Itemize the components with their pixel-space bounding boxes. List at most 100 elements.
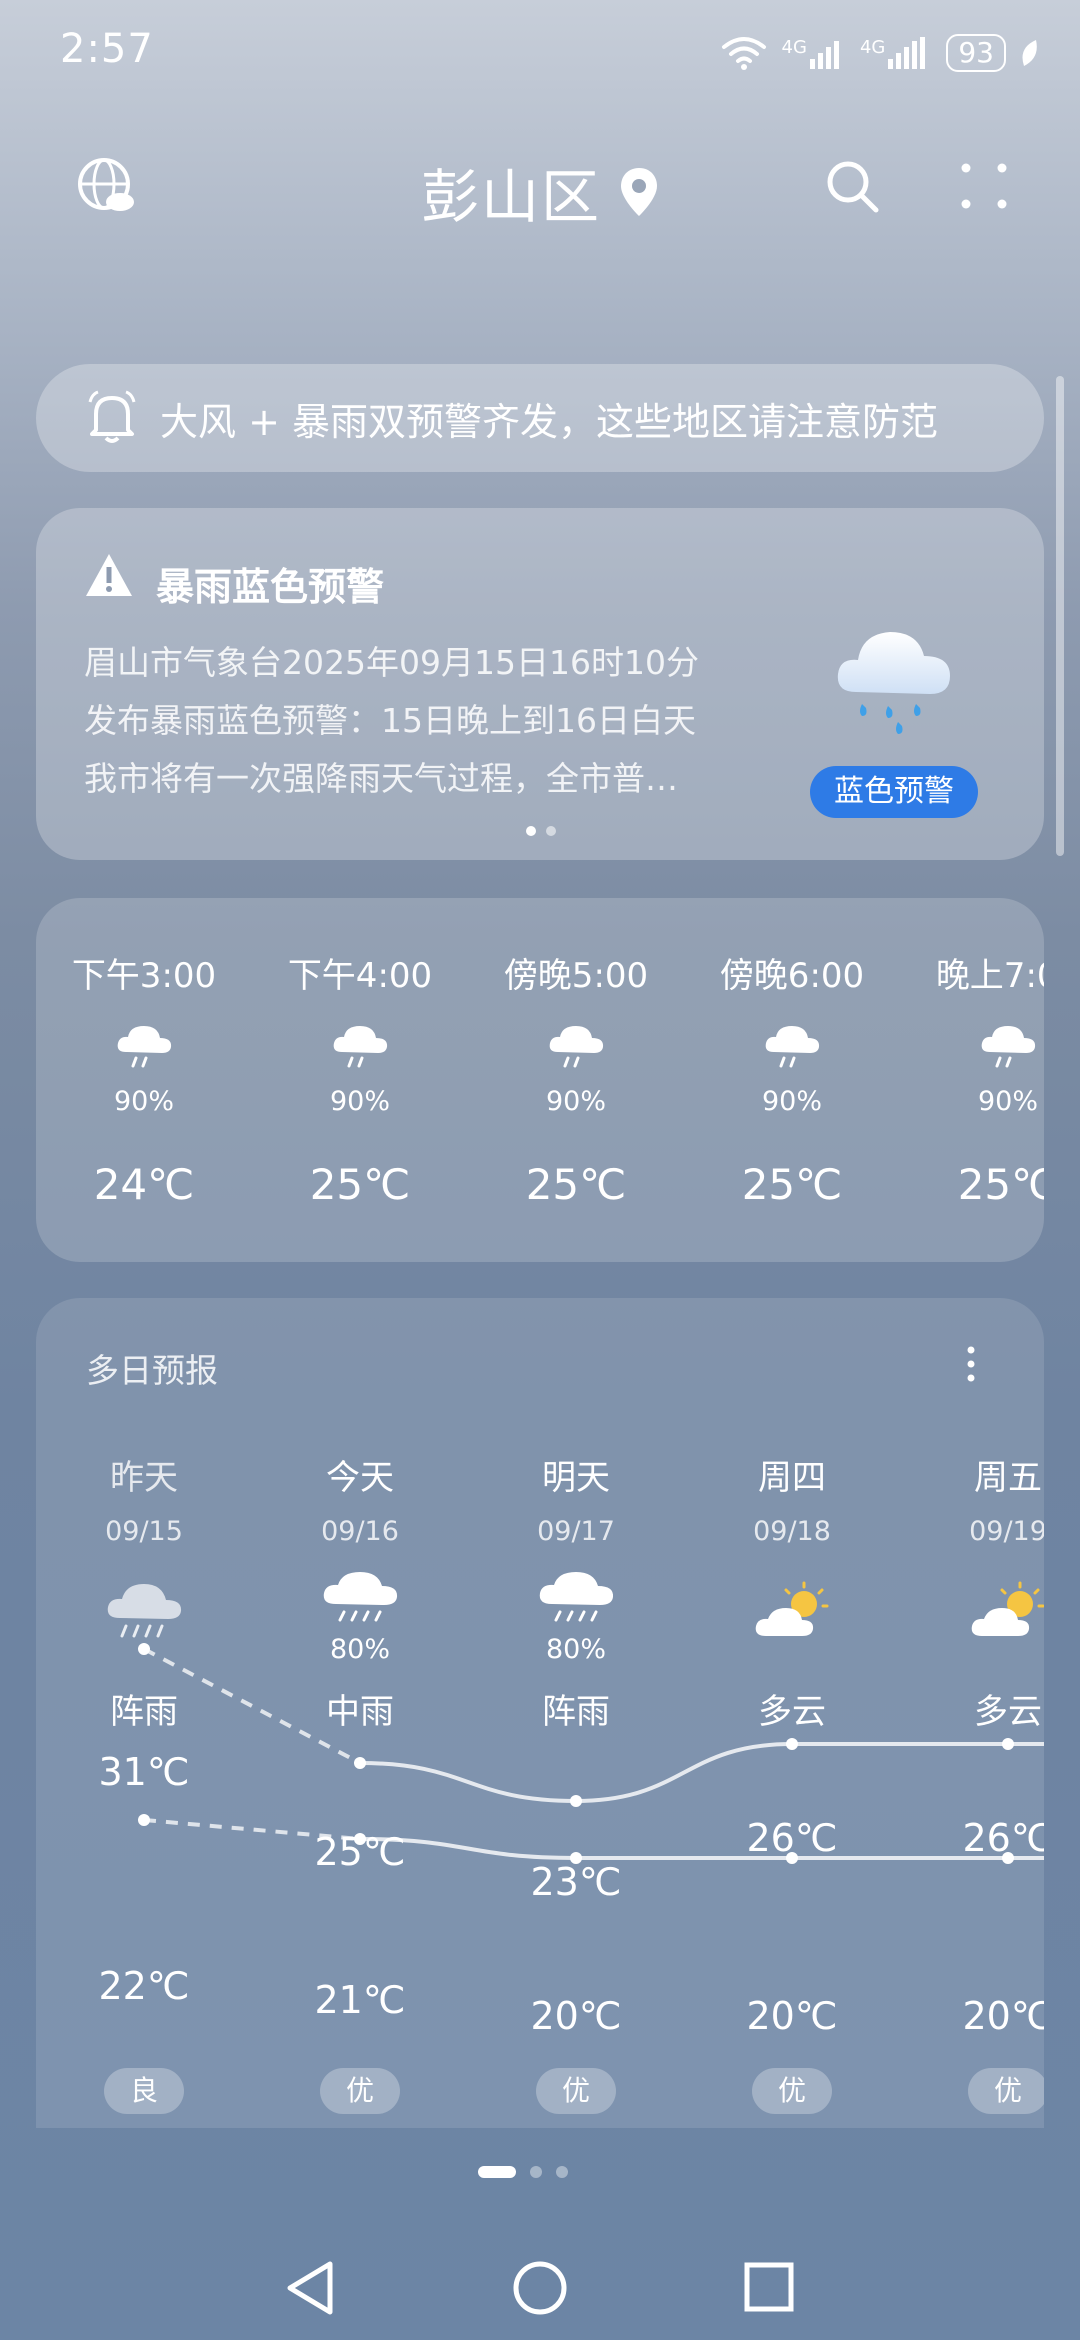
high-temp-label: 25℃: [314, 1830, 406, 1874]
hour-precip: 90%: [977, 1086, 1038, 1117]
rain-cloud-icon: [981, 1026, 1036, 1068]
location-name[interactable]: 彭山区: [421, 150, 601, 234]
page-dot[interactable]: [530, 2166, 542, 2178]
search-icon: [827, 161, 879, 213]
back-triangle-icon[interactable]: [284, 2260, 336, 2316]
recents-square-icon[interactable]: [744, 2262, 794, 2312]
weather-alert-card[interactable]: 暴雨蓝色预警 眉山市气象台2025年09月15日16时10分 发布暴雨蓝色预警：…: [36, 508, 1044, 860]
news-banner-text: 大风 + 暴雨双预警齐发，这些地区请注意防范: [160, 399, 939, 444]
hour-temp: 25℃: [525, 1160, 627, 1209]
search-button[interactable]: [824, 158, 880, 214]
alert-title: 暴雨蓝色预警: [156, 565, 385, 609]
high-temp-point: [786, 1738, 798, 1750]
status-time: 2:57: [60, 26, 154, 72]
alert-line: 眉山市气象台2025年09月15日16时10分: [84, 643, 699, 682]
vertical-dots-icon: [967, 1346, 975, 1382]
hour-time: 下午4:00: [287, 956, 433, 996]
more-button[interactable]: [958, 160, 1010, 212]
hour-time: 傍晚5:00: [503, 956, 649, 996]
more-dots-icon: [961, 163, 1007, 209]
hour-precip: 90%: [545, 1086, 606, 1117]
signal-2: 4G: [860, 37, 932, 69]
wifi-icon: [721, 37, 766, 70]
high-temp-past-segment: [143, 1647, 361, 1765]
hour-time: 下午3:00: [71, 956, 217, 996]
hour-precip: 90%: [761, 1086, 822, 1117]
scrollbar[interactable]: [1056, 376, 1064, 856]
hour-temp: 25℃: [957, 1160, 1044, 1209]
alert-line: 我市将有一次强降雨天气过程，全市普…: [84, 759, 678, 798]
day-name: 昨天: [110, 1458, 178, 1498]
low-temp-label: 20℃: [746, 1994, 838, 2038]
battery-indicator: 93: [946, 34, 1006, 72]
status-icons: 4G 4G 93: [720, 30, 1040, 76]
aqi-badge: 优: [968, 2068, 1044, 2114]
home-circle-icon[interactable]: [512, 2260, 568, 2316]
aqi-badge: 良: [104, 2068, 184, 2114]
day-date: 09/18: [753, 1516, 831, 1547]
day-name: 明天: [542, 1458, 610, 1498]
page-dot-active[interactable]: [478, 2166, 516, 2178]
day-date: 09/15: [105, 1516, 183, 1547]
hour-temp: 25℃: [741, 1160, 843, 1209]
page-dot[interactable]: [556, 2166, 568, 2178]
rain-cloud-icon: [117, 1026, 172, 1068]
hour-time: 晚上7:00: [935, 956, 1044, 996]
day-date: 09/16: [321, 1516, 399, 1547]
location-pin-icon: [621, 168, 657, 216]
rain-cloud-icon: [765, 1026, 820, 1068]
high-temp-point: [354, 1757, 366, 1769]
high-temp-line: [359, 1742, 1044, 1804]
daily-forecast-title: 多日预报: [86, 1351, 218, 1390]
hour-precip: 90%: [113, 1086, 174, 1117]
day-date: 09/17: [537, 1516, 615, 1547]
aqi-badge: 优: [752, 2068, 832, 2114]
carousel-dot-active: [526, 826, 536, 836]
day-name: 周五: [974, 1458, 1042, 1498]
page-indicator[interactable]: [478, 2166, 568, 2178]
day-name: 今天: [326, 1458, 394, 1498]
low-temp-label: 21℃: [314, 1978, 406, 2022]
signal-bars-icon: [809, 41, 839, 69]
hour-temp: 25℃: [309, 1160, 411, 1209]
rain-cloud-icon: [549, 1026, 604, 1068]
location-title[interactable]: 彭山区: [0, 150, 1080, 234]
hour-temp: 24℃: [93, 1160, 195, 1209]
high-temp-label: 26℃: [962, 1816, 1044, 1860]
day-date: 09/19: [969, 1516, 1044, 1547]
network-type-1: 4G: [781, 37, 807, 58]
alert-line: 发布暴雨蓝色预警：15日晚上到16日白天: [84, 701, 696, 740]
navigation-bar: [0, 2232, 1080, 2340]
high-temp-label: 31℃: [98, 1750, 190, 1794]
hour-precip: 90%: [329, 1086, 390, 1117]
news-banner[interactable]: 大风 + 暴雨双预警齐发，这些地区请注意防范: [36, 364, 1044, 472]
hourly-forecast-card[interactable]: 下午3:00 90% 24℃ 下午4:00 90% 25℃ 傍晚5:00 90%…: [36, 898, 1044, 1262]
aqi-badge: 优: [536, 2068, 616, 2114]
alert-carousel-dots: [526, 826, 556, 836]
network-type-2: 4G: [859, 37, 886, 58]
high-temp-label: 23℃: [530, 1860, 622, 1904]
aqi-badge: 优: [320, 2068, 400, 2114]
day-name: 周四: [758, 1458, 826, 1498]
alert-level-badge: 蓝色预警: [810, 766, 978, 818]
low-temp-point: [138, 1814, 150, 1826]
daily-more-button[interactable]: [956, 1344, 986, 1384]
signal-1: 4G: [782, 37, 846, 69]
status-bar: 2:57 4G 4G 93: [0, 0, 1080, 100]
high-temp-point: [1002, 1738, 1014, 1750]
carousel-dot: [546, 826, 556, 836]
signal-bars-icon: [888, 37, 926, 69]
high-temp-point: [570, 1795, 582, 1807]
bell-alert-icon: [88, 390, 136, 443]
high-temp-label: 26℃: [746, 1816, 838, 1860]
high-temp-point: [138, 1643, 150, 1655]
alert-body: 眉山市气象台2025年09月15日16时10分 发布暴雨蓝色预警：15日晚上到1…: [84, 634, 804, 808]
low-temp-label: 20℃: [962, 1994, 1044, 2038]
rain-cloud-icon: [333, 1026, 388, 1068]
low-temp-label: 20℃: [530, 1994, 622, 2038]
warning-triangle-icon: [86, 554, 132, 596]
daily-forecast-card[interactable]: 多日预报 昨天 09/15 阵雨 良 今天 09/16 80% 中雨 优 明天 …: [36, 1298, 1044, 2128]
heavy-rain-icon: [837, 632, 950, 734]
hour-time: 傍晚6:00: [719, 956, 865, 996]
low-temp-label: 22℃: [98, 1964, 190, 2008]
